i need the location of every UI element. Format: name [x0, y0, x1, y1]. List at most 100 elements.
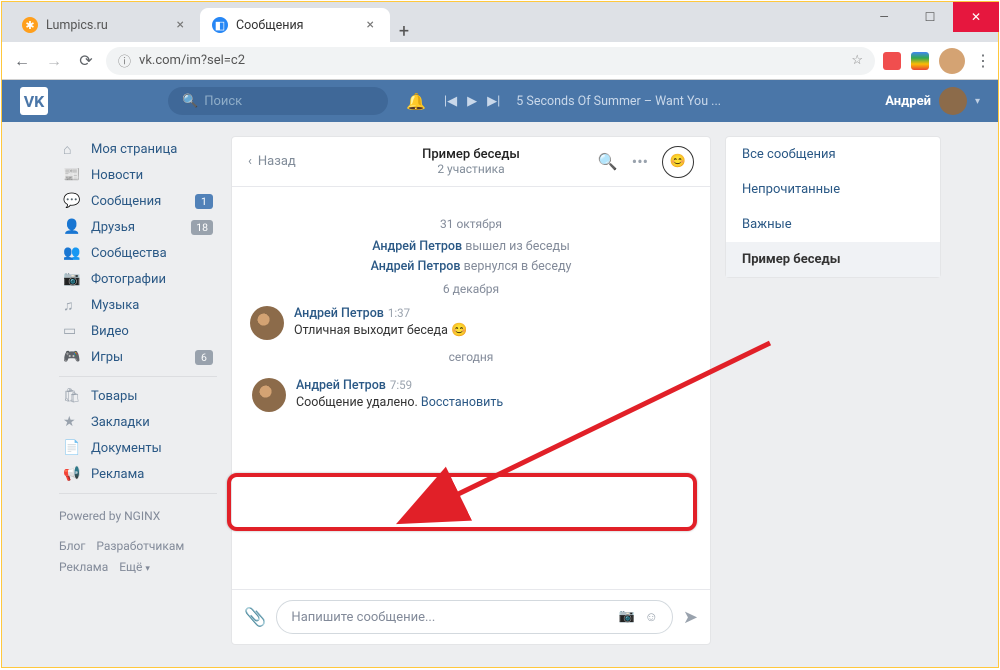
nav-label: Закладки — [91, 415, 150, 430]
vk-favicon: ◧ — [212, 17, 228, 33]
notifications-icon[interactable]: 🔔 — [406, 92, 426, 111]
left-nav: ⌂Моя страница📰Новости💬Сообщения1 👤 Друзья 1… — [59, 136, 217, 645]
sidebar-item[interactable]: 👥Сообщества — [59, 240, 217, 266]
sidebar-item[interactable]: ▭Видео — [59, 318, 217, 344]
sidebar-item[interactable]: 🛍Товары — [59, 383, 217, 409]
new-tab-button[interactable]: + — [390, 21, 418, 42]
chat-header: ‹ Назад Пример беседы 2 участника 🔍 ••• … — [232, 137, 710, 187]
browser-tabs: ✱ Lumpics.ru × ◧ Сообщения × + — [2, 2, 998, 42]
footer-link[interactable]: Ещё ▾ — [119, 560, 150, 574]
message-author[interactable]: Андрей Петров — [296, 378, 386, 393]
message-text: Отличная выходит беседа 😊 — [294, 323, 467, 338]
nav-label: Видео — [91, 324, 129, 339]
message-time: 1:37 — [388, 306, 410, 320]
nav-label: Реклама — [91, 467, 144, 482]
attach-icon[interactable]: 📎 — [244, 607, 266, 628]
player-play-button[interactable]: ▶ — [467, 94, 477, 109]
sidebar-item[interactable]: ♫Музыка — [59, 292, 217, 318]
chat-avatar[interactable]: 😊 — [662, 146, 694, 178]
filter-unread[interactable]: Непрочитанные — [726, 172, 940, 207]
lumpics-favicon: ✱ — [22, 17, 38, 33]
chat-title[interactable]: Пример беседы — [422, 147, 520, 162]
search-icon: 🔍 — [182, 94, 198, 109]
nav-icon: 👤 — [63, 219, 83, 235]
system-message: Андрей Петров вернулся в беседу — [246, 259, 696, 274]
footer-link[interactable]: Блог — [59, 539, 85, 553]
message-avatar[interactable] — [252, 378, 286, 412]
message-input[interactable]: Напишите сообщение... 📷 ☺ — [276, 600, 672, 634]
tab-close-icon[interactable]: × — [173, 17, 188, 33]
tab-lumpics[interactable]: ✱ Lumpics.ru × — [10, 8, 200, 42]
sidebar-item[interactable]: 📰Новости — [59, 162, 217, 188]
browser-menu-button[interactable]: ⋮ — [975, 51, 990, 70]
tab-close-icon[interactable]: × — [363, 17, 378, 33]
nav-label: Документы — [91, 441, 162, 456]
browser-toolbar: ← → ⟳ ⓘ vk.com/im?sel=c2 ☆ ⋮ — [2, 42, 998, 80]
chat-message: Андрей Петров 1:37 Отличная выходит бесед… — [250, 306, 692, 340]
nav-icon: 🛍 — [63, 388, 83, 404]
nav-icon: 📢 — [63, 466, 83, 482]
nav-badge: 18 — [191, 220, 213, 235]
nav-label: Друзья — [91, 220, 135, 235]
window-maximize-button[interactable]: ☐ — [907, 2, 953, 32]
nav-separator — [59, 493, 217, 494]
nav-label: Сообщества — [91, 246, 167, 261]
vk-search-input[interactable]: 🔍 Поиск — [168, 87, 388, 115]
nav-icon: 💬 — [63, 193, 83, 209]
vk-user-name: Андрей — [885, 94, 931, 109]
sidebar-item[interactable]: ⌂Моя страница — [59, 136, 217, 162]
sidebar-item[interactable]: 📢 Реклама — [59, 461, 217, 487]
forward-button[interactable]: → — [42, 47, 66, 75]
chat-back-button[interactable]: ‹ Назад — [248, 154, 296, 169]
chat-message-deleted: Андрей Петров7:59 Сообщение удалено. Вос… — [250, 374, 692, 416]
message-avatar[interactable] — [250, 306, 284, 340]
player-next-button[interactable]: ▶| — [487, 94, 500, 109]
nav-label: Моя страница — [91, 142, 177, 157]
restore-link[interactable]: Восстановить — [421, 395, 503, 410]
emoji-picker-icon[interactable]: ☺ — [645, 609, 658, 625]
message-time: 7:59 — [390, 378, 412, 392]
sidebar-item[interactable]: ★Закладки — [59, 409, 217, 435]
extension-adblock-icon[interactable] — [883, 52, 901, 70]
tab-title: Lumpics.ru — [46, 18, 108, 33]
player-track-title[interactable]: 5 Seconds Of Summer – Want You ... — [516, 94, 721, 109]
filter-important[interactable]: Важные — [726, 207, 940, 242]
site-info-icon[interactable]: ⓘ — [118, 51, 131, 70]
filter-all-messages[interactable]: Все сообщения — [726, 137, 940, 172]
window-close-button[interactable]: ✕ — [953, 2, 999, 32]
nav-icon: 📰 — [63, 167, 83, 183]
address-bar[interactable]: ⓘ vk.com/im?sel=c2 ☆ — [106, 47, 875, 75]
chat-search-icon[interactable]: 🔍 — [598, 152, 618, 171]
conversation-item[interactable]: Пример беседы — [726, 242, 940, 277]
sidebar-item[interactable]: 📄Документы — [59, 435, 217, 461]
tab-messages[interactable]: ◧ Сообщения × — [200, 8, 390, 42]
nav-badge: 6 — [195, 350, 213, 365]
camera-icon[interactable]: 📷 — [618, 609, 634, 625]
footer-link[interactable]: Разработчикам — [96, 539, 184, 553]
nav-label: Фотографии — [91, 272, 166, 287]
vk-user-avatar — [939, 87, 967, 115]
vk-logo[interactable]: VK — [20, 87, 48, 115]
sidebar-item[interactable]: 👤 Друзья 18 — [59, 214, 217, 240]
chat-input-bar: 📎 Напишите сообщение... 📷 ☺ ➤ — [232, 589, 710, 644]
bookmark-star-icon[interactable]: ☆ — [851, 53, 863, 68]
nav-icon: ♫ — [63, 297, 83, 314]
player-prev-button[interactable]: |◀ — [444, 94, 457, 109]
sidebar-item[interactable]: 🎮Игры6 — [59, 344, 217, 370]
chevron-left-icon: ‹ — [248, 154, 252, 169]
sidebar-item[interactable]: 💬Сообщения1 — [59, 188, 217, 214]
back-button[interactable]: ← — [10, 47, 34, 75]
footer-link[interactable]: Реклама — [59, 560, 108, 574]
browser-profile-avatar[interactable] — [939, 48, 965, 74]
url-text: vk.com/im?sel=c2 — [139, 53, 245, 68]
extension-googledocs-icon[interactable] — [911, 52, 929, 70]
message-author[interactable]: Андрей Петров — [294, 306, 384, 321]
window-minimize-button[interactable]: — — [861, 2, 907, 32]
emoji-smile: 😊 — [451, 323, 467, 338]
vk-user-menu[interactable]: Андрей ▾ — [885, 87, 980, 115]
sidebar-item[interactable]: 📷Фотографии — [59, 266, 217, 292]
send-button[interactable]: ➤ — [683, 607, 698, 628]
chat-more-button[interactable]: ••• — [632, 152, 648, 171]
tab-title: Сообщения — [236, 18, 304, 33]
reload-button[interactable]: ⟳ — [74, 47, 98, 74]
